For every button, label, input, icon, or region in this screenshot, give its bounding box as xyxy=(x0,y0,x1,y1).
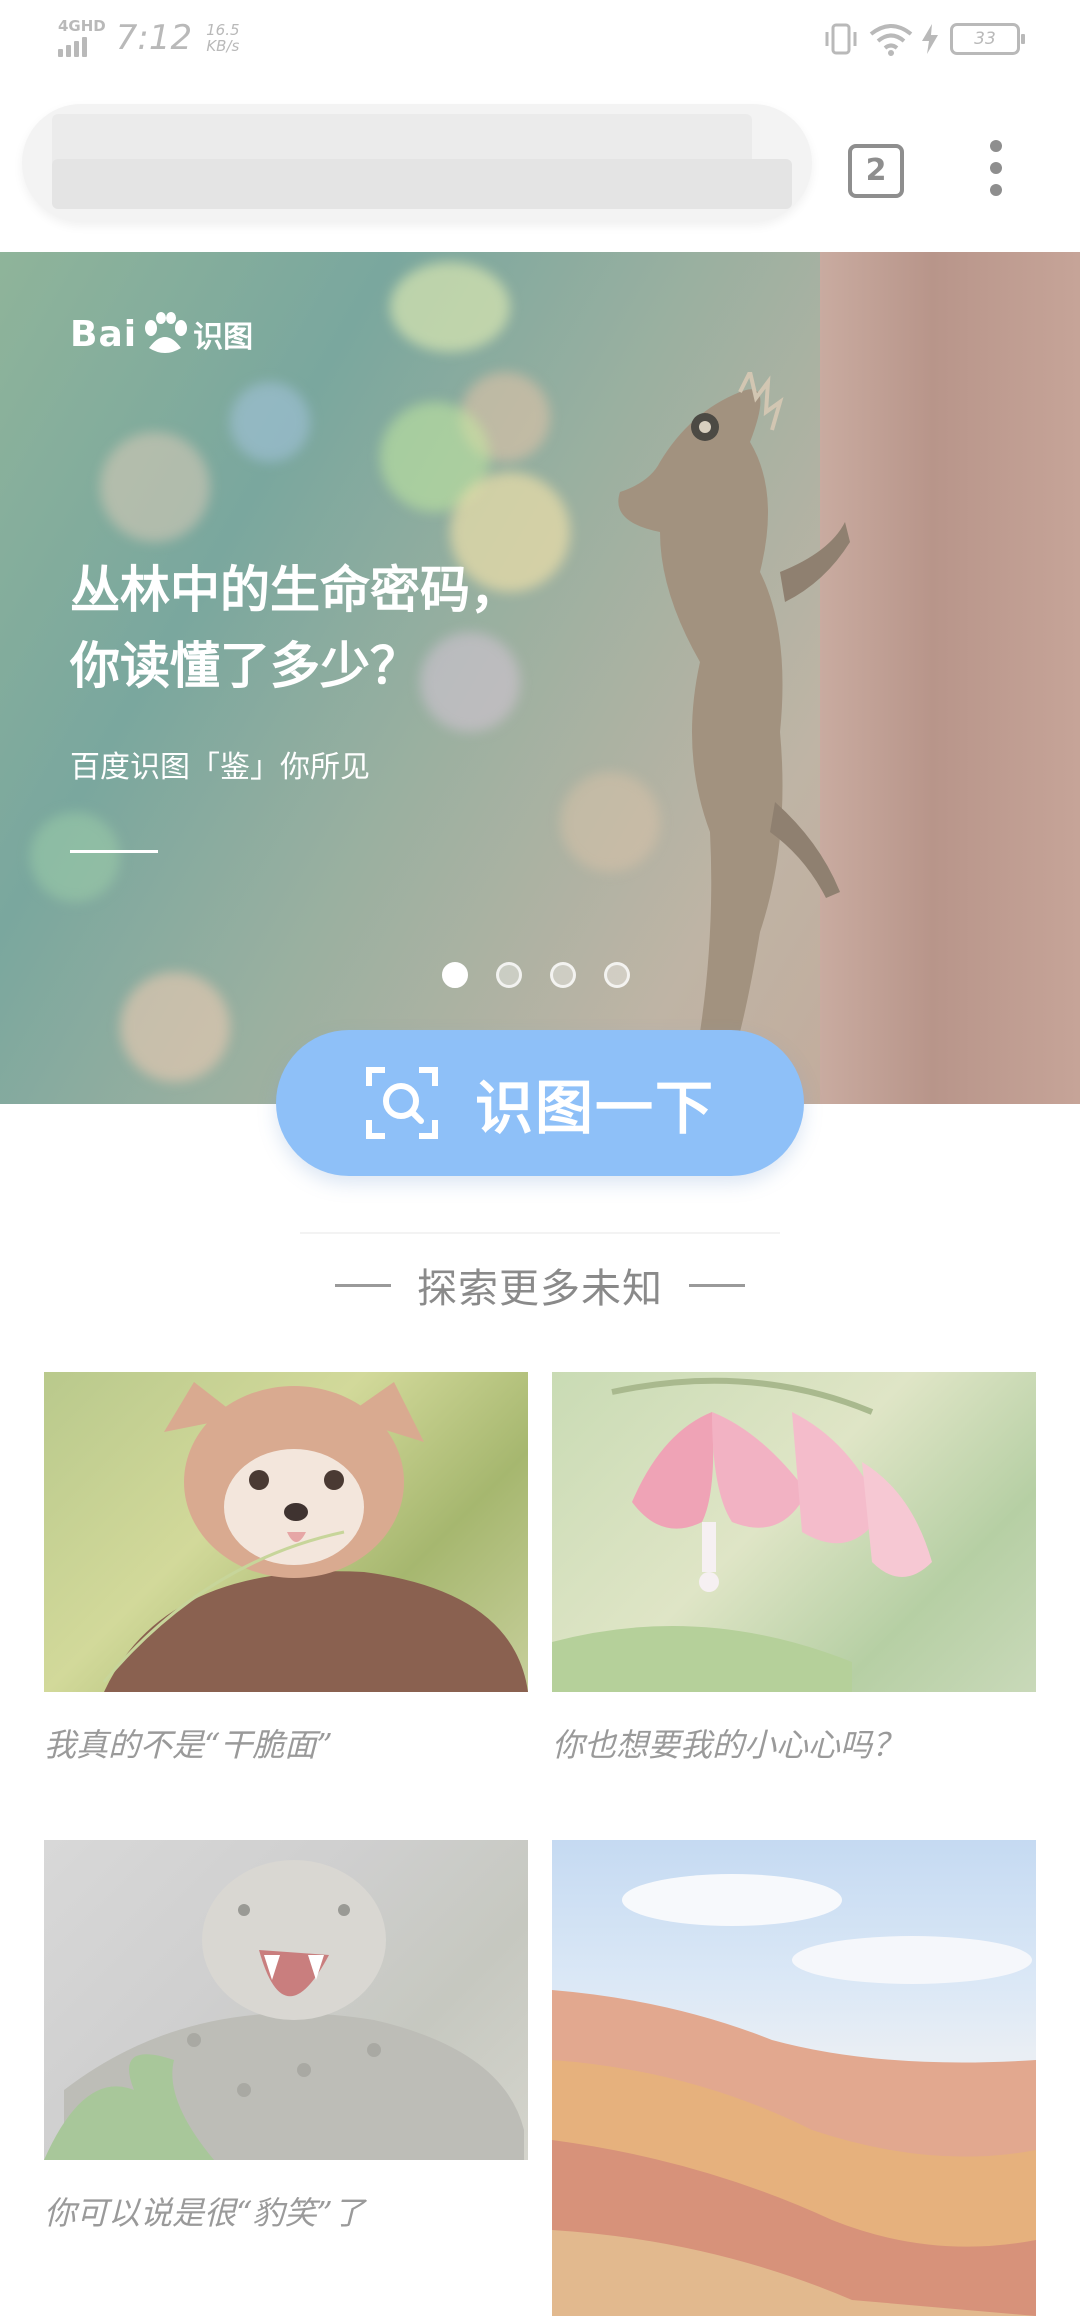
bleeding-heart-flower-photo xyxy=(552,1372,1036,1692)
logo-cn-text: 识图 xyxy=(193,320,254,355)
explore-card-snow-leopard[interactable]: 你可以说是很“豹笑”了 xyxy=(44,1840,528,2234)
headline-line-2: 你读懂了多少？ xyxy=(70,637,420,695)
divider xyxy=(300,1232,780,1234)
explore-card-mountains[interactable] xyxy=(552,1840,1036,2316)
address-bar[interactable] xyxy=(22,104,812,222)
headline-line-1: 丛林中的生命密码， xyxy=(70,561,520,619)
tree-trunk xyxy=(820,252,1080,1104)
carousel-dot-3[interactable] xyxy=(550,962,576,988)
status-bar: 4GHD 7:12 16.5 KB/s 33 xyxy=(0,0,1080,80)
signal-indicator: 4GHD xyxy=(58,19,106,57)
wifi-icon xyxy=(869,24,913,56)
baidu-logo: Bai 识图 xyxy=(70,312,253,356)
status-right: 33 xyxy=(822,22,1025,56)
carousel-dot-1[interactable] xyxy=(442,962,468,988)
card-caption: 我真的不是“干脆面” xyxy=(44,1726,333,1764)
explore-card-flower[interactable]: 你也想要我的小心心吗？ xyxy=(552,1372,1036,1766)
identify-label: 识图一下 xyxy=(474,1074,715,1142)
card-caption: 你也想要我的小心心吗？ xyxy=(552,1726,905,1764)
speed-value: 16.5 xyxy=(206,21,240,39)
identify-image-button[interactable]: 识图一下 xyxy=(276,1030,804,1176)
explore-card-red-panda[interactable]: 我真的不是“干脆面” xyxy=(44,1372,528,1766)
charging-icon xyxy=(922,24,938,54)
rainbow-mountains-photo xyxy=(552,1840,1036,2316)
signal-icon xyxy=(58,37,106,57)
banner-subline: 百度识图「鉴」你所见 xyxy=(70,750,370,785)
blurred-url-secondary xyxy=(52,159,792,209)
dash-right xyxy=(689,1283,745,1287)
explore-title: 探索更多未知 xyxy=(417,1266,663,1312)
banner-carousel[interactable]: Bai 识图 丛林中的生命密码， 你读懂了多少？ 百度识图「鉴」你所见 xyxy=(0,252,1080,1104)
carousel-dot-2[interactable] xyxy=(496,962,522,988)
card-caption: 你可以说是很“豹笑”了 xyxy=(44,2194,365,2232)
network-speed: 16.5 KB/s xyxy=(206,22,239,54)
dash-left xyxy=(335,1283,391,1287)
tabs-button[interactable]: 2 xyxy=(848,144,904,198)
page: 4GHD 7:12 16.5 KB/s 33 2 Bai 识图 丛林中的生命密码… xyxy=(0,0,1080,2316)
battery-icon: 33 xyxy=(950,23,1025,55)
carousel-indicators xyxy=(442,962,658,988)
paw-icon xyxy=(145,312,188,353)
banner-underline xyxy=(70,850,158,853)
explore-header: 探索更多未知 xyxy=(0,1256,1080,1314)
banner-headline: 丛林中的生命密码， 你读懂了多少？ xyxy=(70,552,670,704)
red-panda-photo xyxy=(44,1372,528,1692)
snow-leopard-photo xyxy=(44,1840,528,2160)
vibrate-icon xyxy=(825,23,857,55)
status-left: 4GHD 7:12 16.5 KB/s xyxy=(58,18,240,58)
speed-unit: KB/s xyxy=(206,37,240,55)
scan-search-icon xyxy=(365,1067,438,1139)
more-menu-icon[interactable] xyxy=(984,140,1008,200)
clock: 7:12 xyxy=(115,18,193,58)
carousel-dot-4[interactable] xyxy=(604,962,630,988)
network-type: 4GHD xyxy=(58,17,106,35)
logo-text: Bai xyxy=(70,313,138,355)
